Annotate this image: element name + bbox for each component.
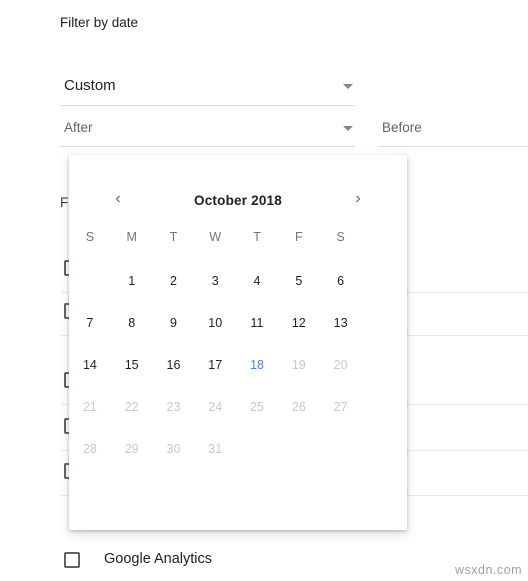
calendar-day-cell[interactable]: 1 [111,260,152,302]
calendar-week-row: 123456 [69,260,407,302]
calendar-day-cell[interactable]: 8 [111,302,152,344]
calendar-day-headers: S M T W T F S [69,230,407,244]
calendar-day-cell: 21 [82,400,97,414]
calendar-day-cell: 22 [124,400,139,414]
calendar-day-empty [279,428,320,470]
calendar-day-cell[interactable]: 11 [237,302,278,344]
page-title: Filter by date [60,15,139,30]
calendar-grid: 1 2 3 4 5 6 7 8 9 10 11 12 13 14 15 16 17 18 19 20 21 22 23 24 2… [69,260,407,470]
calendar-day-cell[interactable]: 17 [195,344,236,386]
chevron-down-icon [343,126,353,131]
checkbox-row-6-label: Google Analytics [104,551,213,567]
calendar-day-cell[interactable]: 9 [153,302,194,344]
calendar-header: ‹ October 2018 › [69,155,407,215]
date-range-select[interactable]: Custom [60,75,355,106]
calendar-day-cell[interactable]: 12 [279,302,320,344]
calendar-week-row: 21 22 23 24 25 26 27 [69,386,407,428]
day-header: T [253,230,261,244]
after-date-field-value: After [64,120,93,135]
calendar-day-cell[interactable]: 3 [195,260,236,302]
calendar-day-cell[interactable]: 7 [70,302,111,344]
calendar-day-cell: 26 [291,400,306,414]
calendar-day-cell: 29 [124,442,139,456]
calendar-day-empty [237,428,278,470]
day-header: M [126,230,137,244]
filter-panel: Filter by date Custom After Before F Goo… [0,0,528,581]
calendar-day-cell[interactable]: 14 [70,344,111,386]
calendar-day-cell[interactable]: 2 [153,260,194,302]
calendar-day-cell[interactable]: 15 [111,344,152,386]
after-date-field[interactable]: After [60,120,355,147]
calendar-day-cell: 20 [333,358,348,372]
before-date-field-value: Before [382,120,422,135]
calendar-day-cell: 23 [166,400,181,414]
calendar-day-cell: 27 [333,400,348,414]
calendar-day-cell: 31 [208,442,223,456]
calendar-day-empty [70,260,111,302]
calendar-day-cell[interactable]: 13 [320,302,361,344]
calendar-day-cell: 25 [250,400,264,414]
chevron-right-icon[interactable]: › [346,187,370,211]
chevron-down-icon [343,84,353,89]
day-header: T [169,230,178,244]
checkbox-row-6[interactable] [64,552,80,568]
watermark: wsxdn.com [454,563,522,577]
calendar-day-cell[interactable]: 18 [237,344,278,386]
before-date-field[interactable]: Before [378,120,528,147]
calendar-day-empty [320,428,361,470]
calendar-week-row: 28 29 30 31 [69,428,407,470]
calendar-week-row: 14 15 16 17 18 19 20 [69,344,407,386]
date-range-select-value: Custom [64,77,116,94]
calendar-day-cell: 24 [208,400,223,414]
calendar-day-cell[interactable]: 5 [279,260,320,302]
calendar-week-row: 7 8 9 10 11 12 13 [69,302,407,344]
calendar-day-cell[interactable]: 16 [153,344,194,386]
date-picker-popup[interactable]: ‹ October 2018 › S M T W T F S 123456789… [69,155,407,530]
calendar-day-cell: 28 [82,442,97,456]
obscured-section-label: F [60,195,69,210]
calendar-day-cell: 30 [166,442,181,456]
calendar-day-cell: 19 [291,358,306,372]
calendar-day-cell[interactable]: 4 [237,260,278,302]
calendar-day-cell[interactable]: 10 [195,302,236,344]
day-header: F [294,230,303,244]
day-header: W [209,230,222,244]
day-header: S [85,230,95,244]
day-header: S [336,230,345,244]
calendar-day-cell[interactable]: 6 [320,260,361,302]
